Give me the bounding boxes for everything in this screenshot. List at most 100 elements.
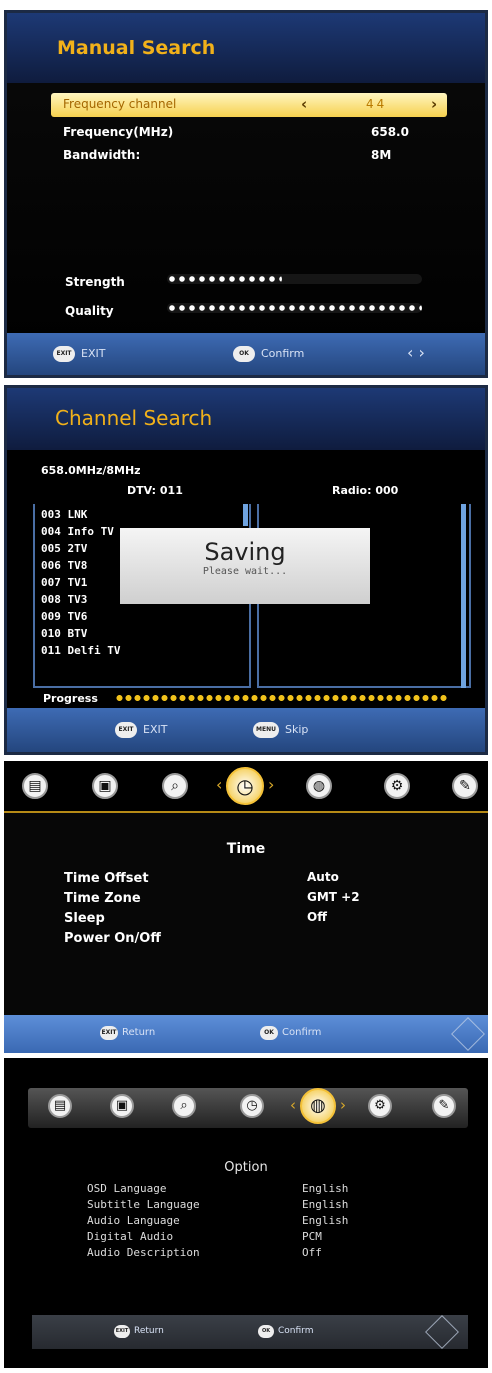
list-item[interactable]: 007 TV1 bbox=[41, 574, 120, 591]
menu-divider bbox=[4, 811, 488, 813]
picture-icon[interactable]: ▣ bbox=[110, 1094, 134, 1118]
list-item[interactable]: 011 Delfi TV bbox=[41, 642, 120, 659]
exit-hint[interactable]: EXIT bbox=[143, 723, 167, 736]
list-item[interactable]: 009 TV6 bbox=[41, 608, 120, 625]
confirm-hint[interactable]: Confirm bbox=[261, 347, 304, 360]
ok-key-icon[interactable]: OK bbox=[260, 1026, 278, 1040]
option-menu-footer: EXIT Return OK Confirm bbox=[32, 1315, 468, 1349]
return-hint[interactable]: Return bbox=[122, 1027, 155, 1038]
frequency-channel-value: 44 bbox=[366, 97, 388, 111]
time-zone-label[interactable]: Time Zone bbox=[64, 891, 141, 906]
exit-key-icon[interactable]: EXIT bbox=[53, 346, 75, 362]
skip-hint[interactable]: Skip bbox=[285, 723, 308, 736]
audio-description-label[interactable]: Audio Description bbox=[87, 1246, 200, 1259]
channel-icon[interactable]: ▤ bbox=[22, 773, 48, 799]
confirm-hint[interactable]: Confirm bbox=[278, 1326, 313, 1336]
audio-language-label[interactable]: Audio Language bbox=[87, 1214, 180, 1227]
list-item[interactable]: 008 TV3 bbox=[41, 591, 120, 608]
exit-key-icon[interactable]: EXIT bbox=[114, 1325, 130, 1338]
exit-hint[interactable]: EXIT bbox=[81, 347, 105, 360]
progress-bar bbox=[115, 694, 455, 702]
time-zone-value[interactable]: GMT +2 bbox=[307, 890, 360, 904]
tools-icon[interactable]: ✎ bbox=[432, 1094, 456, 1118]
audio-language-value[interactable]: English bbox=[302, 1214, 348, 1227]
subtitle-language-value[interactable]: English bbox=[302, 1198, 348, 1211]
exit-key-icon[interactable]: EXIT bbox=[115, 722, 137, 738]
tools-icon[interactable]: ✎ bbox=[452, 773, 478, 799]
bandwidth-label: Bandwidth: bbox=[63, 148, 141, 162]
channel-list: 003 LNK 004 Info TV 005 2TV 006 TV8 007 … bbox=[41, 506, 120, 659]
audio-description-value[interactable]: Off bbox=[302, 1246, 322, 1259]
digital-audio-value[interactable]: PCM bbox=[302, 1230, 322, 1243]
chevron-left-icon[interactable]: ‹ bbox=[301, 95, 307, 113]
saving-dialog-message: Please wait... bbox=[202, 566, 288, 577]
dpad-icon bbox=[425, 1315, 459, 1349]
option-menu-screen: ▤ ▣ ⌕ ◷ ‹ ◍ › ⚙ ✎ Option OSD Language En… bbox=[4, 1058, 488, 1368]
frequency-mhz-value: 658.0 bbox=[371, 125, 409, 139]
channel-search-header: Channel Search bbox=[7, 388, 485, 450]
time-menu-footer: EXIT Return OK Confirm bbox=[4, 1015, 488, 1053]
menu-icon-bar: ▤ ▣ ⌕ ‹ ◷ › ◍ ⚙ ✎ bbox=[4, 761, 488, 811]
subtitle-language-label[interactable]: Subtitle Language bbox=[87, 1198, 200, 1211]
sleep-value[interactable]: Off bbox=[307, 910, 327, 924]
channel-search-title: Channel Search bbox=[55, 406, 213, 430]
list-item[interactable]: 003 LNK bbox=[41, 506, 120, 523]
dtv-count: DTV: 011 bbox=[127, 484, 183, 497]
power-on-off-label[interactable]: Power On/Off bbox=[64, 931, 161, 946]
manual-search-screen: Manual Search Frequency channel ‹ 44 › F… bbox=[4, 10, 488, 378]
list-item[interactable]: 010 BTV bbox=[41, 625, 120, 642]
chevron-left-icon[interactable]: ‹ bbox=[290, 1096, 296, 1114]
confirm-hint[interactable]: Confirm bbox=[282, 1027, 321, 1038]
radio-count: Radio: 000 bbox=[332, 484, 399, 497]
list-item[interactable]: 006 TV8 bbox=[41, 557, 120, 574]
frequency-mhz-label: Frequency(MHz) bbox=[63, 125, 174, 139]
radio-scrollbar[interactable] bbox=[461, 504, 466, 688]
osd-language-label[interactable]: OSD Language bbox=[87, 1182, 166, 1195]
bandwidth-value: 8M bbox=[371, 148, 392, 162]
time-menu-title: Time bbox=[226, 841, 266, 857]
channel-search-screen: Channel Search 658.0MHz/8MHz DTV: 011 Ra… bbox=[4, 385, 488, 755]
chevron-right-icon[interactable]: › bbox=[268, 775, 274, 794]
ok-key-icon[interactable]: OK bbox=[233, 346, 255, 362]
time-offset-value[interactable]: Auto bbox=[307, 870, 339, 884]
globe-icon[interactable]: ◍ bbox=[306, 773, 332, 799]
sleep-label[interactable]: Sleep bbox=[64, 911, 105, 926]
quality-label: Quality bbox=[65, 304, 114, 318]
chevron-right-icon[interactable]: › bbox=[431, 95, 437, 113]
exit-key-icon[interactable]: EXIT bbox=[100, 1026, 118, 1040]
search-icon[interactable]: ⌕ bbox=[162, 773, 188, 799]
nav-arrows-icon[interactable]: ‹ › bbox=[407, 343, 425, 362]
chevron-left-icon[interactable]: ‹ bbox=[216, 775, 222, 794]
channel-search-footer: EXIT EXIT MENU Skip bbox=[7, 708, 485, 752]
frequency-channel-row[interactable]: Frequency channel ‹ 44 › bbox=[51, 93, 447, 117]
bandwidth-row[interactable]: Bandwidth: 8M bbox=[51, 144, 447, 168]
quality-meter-fill bbox=[167, 303, 422, 313]
gear-icon[interactable]: ⚙ bbox=[384, 773, 410, 799]
ok-key-icon[interactable]: OK bbox=[258, 1325, 274, 1338]
chevron-right-icon[interactable]: › bbox=[340, 1096, 346, 1114]
list-item[interactable]: 005 2TV bbox=[41, 540, 120, 557]
strength-meter-fill bbox=[167, 274, 282, 284]
list-item[interactable]: 004 Info TV bbox=[41, 523, 120, 540]
return-hint[interactable]: Return bbox=[134, 1326, 164, 1336]
gear-icon[interactable]: ⚙ bbox=[368, 1094, 392, 1118]
menu-key-icon[interactable]: MENU bbox=[253, 722, 279, 738]
progress-bar-fill bbox=[115, 694, 449, 702]
globe-icon[interactable]: ◍ bbox=[300, 1088, 336, 1124]
clock-icon[interactable]: ◷ bbox=[240, 1094, 264, 1118]
clock-icon[interactable]: ◷ bbox=[226, 767, 264, 805]
search-icon[interactable]: ⌕ bbox=[172, 1094, 196, 1118]
dtv-scrollbar[interactable] bbox=[243, 504, 248, 526]
progress-label: Progress bbox=[43, 692, 98, 705]
quality-meter bbox=[167, 303, 422, 313]
channel-icon[interactable]: ▤ bbox=[48, 1094, 72, 1118]
menu-icon-bar: ▤ ▣ ⌕ ◷ ‹ ◍ › ⚙ ✎ bbox=[28, 1088, 468, 1128]
digital-audio-label[interactable]: Digital Audio bbox=[87, 1230, 173, 1243]
frequency-mhz-row[interactable]: Frequency(MHz) 658.0 bbox=[51, 121, 447, 145]
manual-search-footer: EXIT EXIT OK Confirm ‹ › bbox=[7, 333, 485, 375]
time-offset-label[interactable]: Time Offset bbox=[64, 871, 149, 886]
osd-language-value[interactable]: English bbox=[302, 1182, 348, 1195]
picture-icon[interactable]: ▣ bbox=[92, 773, 118, 799]
dpad-icon bbox=[451, 1017, 485, 1051]
strength-label: Strength bbox=[65, 275, 125, 289]
